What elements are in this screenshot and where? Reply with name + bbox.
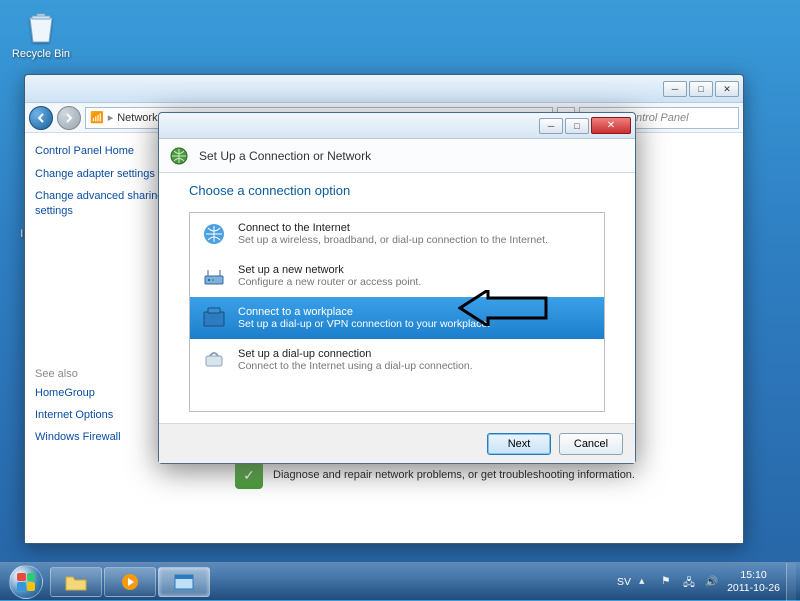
option-title: Connect to the Internet — [238, 222, 548, 234]
back-button[interactable] — [29, 106, 53, 130]
see-also-heading: See also — [35, 368, 170, 380]
close-button[interactable]: ✕ — [591, 117, 631, 134]
workplace-icon — [200, 304, 228, 332]
arrow-right-icon — [64, 113, 74, 123]
show-desktop-button[interactable] — [786, 563, 796, 601]
recycle-bin-icon — [20, 4, 62, 46]
cancel-button[interactable]: Cancel — [559, 433, 623, 455]
system-tray: SV ▴ ⚑ 🖧 🔊 15:10 2011-10-26 — [617, 569, 786, 594]
sidebar-link-firewall[interactable]: Windows Firewall — [35, 430, 170, 444]
troubleshoot-label: Diagnose and repair network problems, or… — [273, 469, 635, 481]
flag-icon[interactable]: ⚑ — [661, 575, 675, 589]
date-label: 2011-10-26 — [727, 582, 780, 595]
windows-logo-icon — [9, 565, 43, 599]
troubleshoot-row[interactable]: ✓ Diagnose and repair network problems, … — [235, 461, 635, 489]
volume-icon[interactable]: 🔊 — [705, 575, 719, 589]
sidebar-link-adapter[interactable]: Change adapter settings — [35, 167, 170, 181]
sidebar-link-homegroup[interactable]: HomeGroup — [35, 386, 170, 400]
globe-icon — [200, 220, 228, 248]
maximize-button[interactable]: □ — [689, 81, 713, 97]
sidebar: Control Panel Home Change adapter settin… — [25, 133, 180, 543]
arrow-left-icon — [36, 113, 46, 123]
dialog-footer: Next Cancel — [159, 423, 635, 463]
close-button[interactable]: ✕ — [715, 81, 739, 97]
option-desc: Set up a dial-up or VPN connection to yo… — [238, 318, 490, 330]
option-desc: Configure a new router or access point. — [238, 276, 421, 288]
setup-connection-wizard: ─ □ ✕ Set Up a Connection or Network Cho… — [158, 112, 636, 464]
taskbar-item-explorer[interactable] — [50, 567, 102, 597]
recycle-bin[interactable]: Recycle Bin — [6, 4, 76, 60]
network-icon — [169, 146, 189, 166]
option-new-network[interactable]: Set up a new networkConfigure a new rout… — [190, 255, 604, 297]
next-button[interactable]: Next — [487, 433, 551, 455]
minimize-button[interactable]: ─ — [663, 81, 687, 97]
phone-icon — [200, 346, 228, 374]
network-tray-icon[interactable]: 🖧 — [683, 575, 697, 589]
option-title: Set up a dial-up connection — [238, 348, 473, 360]
window-icon — [172, 572, 196, 592]
troubleshoot-icon: ✓ — [235, 461, 263, 489]
dialog-title: Set Up a Connection or Network — [199, 149, 371, 163]
router-icon — [200, 262, 228, 290]
option-desc: Connect to the Internet using a dial-up … — [238, 360, 473, 372]
start-button[interactable] — [4, 565, 48, 599]
window-titlebar[interactable]: ─ □ ✕ — [25, 75, 743, 103]
forward-button[interactable] — [57, 106, 81, 130]
dialog-heading: Choose a connection option — [189, 183, 605, 198]
taskbar-item-media[interactable] — [104, 567, 156, 597]
breadcrumb-icon: 📶 — [90, 111, 104, 124]
chevron-right-icon: ▸ — [108, 111, 114, 124]
dialog-titlebar[interactable]: ─ □ ✕ — [159, 113, 635, 139]
taskbar-item-control-panel[interactable] — [158, 567, 210, 597]
language-indicator[interactable]: SV — [617, 576, 631, 588]
connection-option-list: Connect to the InternetSet up a wireless… — [189, 212, 605, 412]
option-title: Set up a new network — [238, 264, 421, 276]
chevron-up-icon[interactable]: ▴ — [639, 575, 653, 589]
taskbar: SV ▴ ⚑ 🖧 🔊 15:10 2011-10-26 — [0, 562, 800, 600]
sidebar-link-internet-options[interactable]: Internet Options — [35, 408, 170, 422]
clock[interactable]: 15:10 2011-10-26 — [727, 569, 780, 594]
option-connect-workplace[interactable]: Connect to a workplaceSet up a dial-up o… — [190, 297, 604, 339]
folder-icon — [64, 572, 88, 592]
option-connect-internet[interactable]: Connect to the InternetSet up a wireless… — [190, 213, 604, 255]
play-icon — [118, 572, 142, 592]
option-desc: Set up a wireless, broadband, or dial-up… — [238, 234, 548, 246]
recycle-bin-label: Recycle Bin — [6, 48, 76, 60]
sidebar-heading[interactable]: Control Panel Home — [35, 145, 170, 157]
time-label: 15:10 — [727, 569, 780, 582]
maximize-button[interactable]: □ — [565, 118, 589, 134]
dialog-header: Set Up a Connection or Network — [159, 139, 635, 173]
minimize-button[interactable]: ─ — [539, 118, 563, 134]
option-dialup[interactable]: Set up a dial-up connectionConnect to th… — [190, 339, 604, 381]
sidebar-link-advanced[interactable]: Change advanced sharing settings — [35, 189, 170, 218]
option-title: Connect to a workplace — [238, 306, 490, 318]
